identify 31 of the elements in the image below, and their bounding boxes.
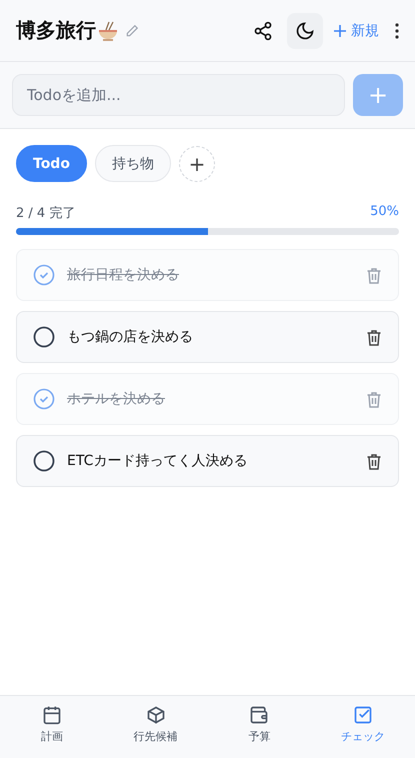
checkbox-icon	[353, 704, 374, 724]
more-icon[interactable]	[395, 22, 399, 38]
list-tab[interactable]: Todo	[16, 145, 87, 182]
todo-input-field[interactable]: Todoを追加...	[12, 74, 345, 116]
progress-summary: 2 / 4 完了	[16, 205, 76, 222]
todo-text: もつ鍋の店を決める	[67, 328, 194, 346]
trash-icon[interactable]	[366, 328, 382, 346]
noodle-bowl-icon	[97, 20, 119, 40]
todo-text: 旅行日程を決める	[67, 266, 180, 284]
page-title: 博多旅行	[16, 17, 96, 44]
trash-icon[interactable]	[366, 452, 382, 470]
add-list-button[interactable]: +	[178, 146, 215, 182]
share-icon[interactable]	[253, 20, 273, 40]
empty-circle-icon[interactable]	[33, 450, 55, 472]
list-tab[interactable]: 持ち物	[94, 145, 171, 182]
empty-circle-icon[interactable]	[33, 326, 55, 348]
calendar-icon	[42, 704, 62, 724]
nav-tab[interactable]: 計画	[0, 696, 104, 758]
plus-icon	[333, 24, 347, 38]
nav-tab[interactable]: チェック	[311, 696, 415, 758]
todo-text: ホテルを決める	[67, 390, 166, 408]
moon-icon	[295, 20, 315, 40]
nav-tab[interactable]: 予算	[208, 696, 312, 758]
dark-mode-button[interactable]	[287, 12, 323, 48]
checked-circle-icon[interactable]	[33, 388, 55, 410]
progress-percent: 50%	[370, 204, 399, 221]
todo-text: ETCカード持ってく人決める	[67, 452, 248, 470]
wallet-icon	[249, 704, 270, 724]
cube-icon	[146, 704, 166, 724]
nav-tab[interactable]: 行先候補	[104, 696, 208, 758]
checked-circle-icon[interactable]	[33, 264, 55, 286]
